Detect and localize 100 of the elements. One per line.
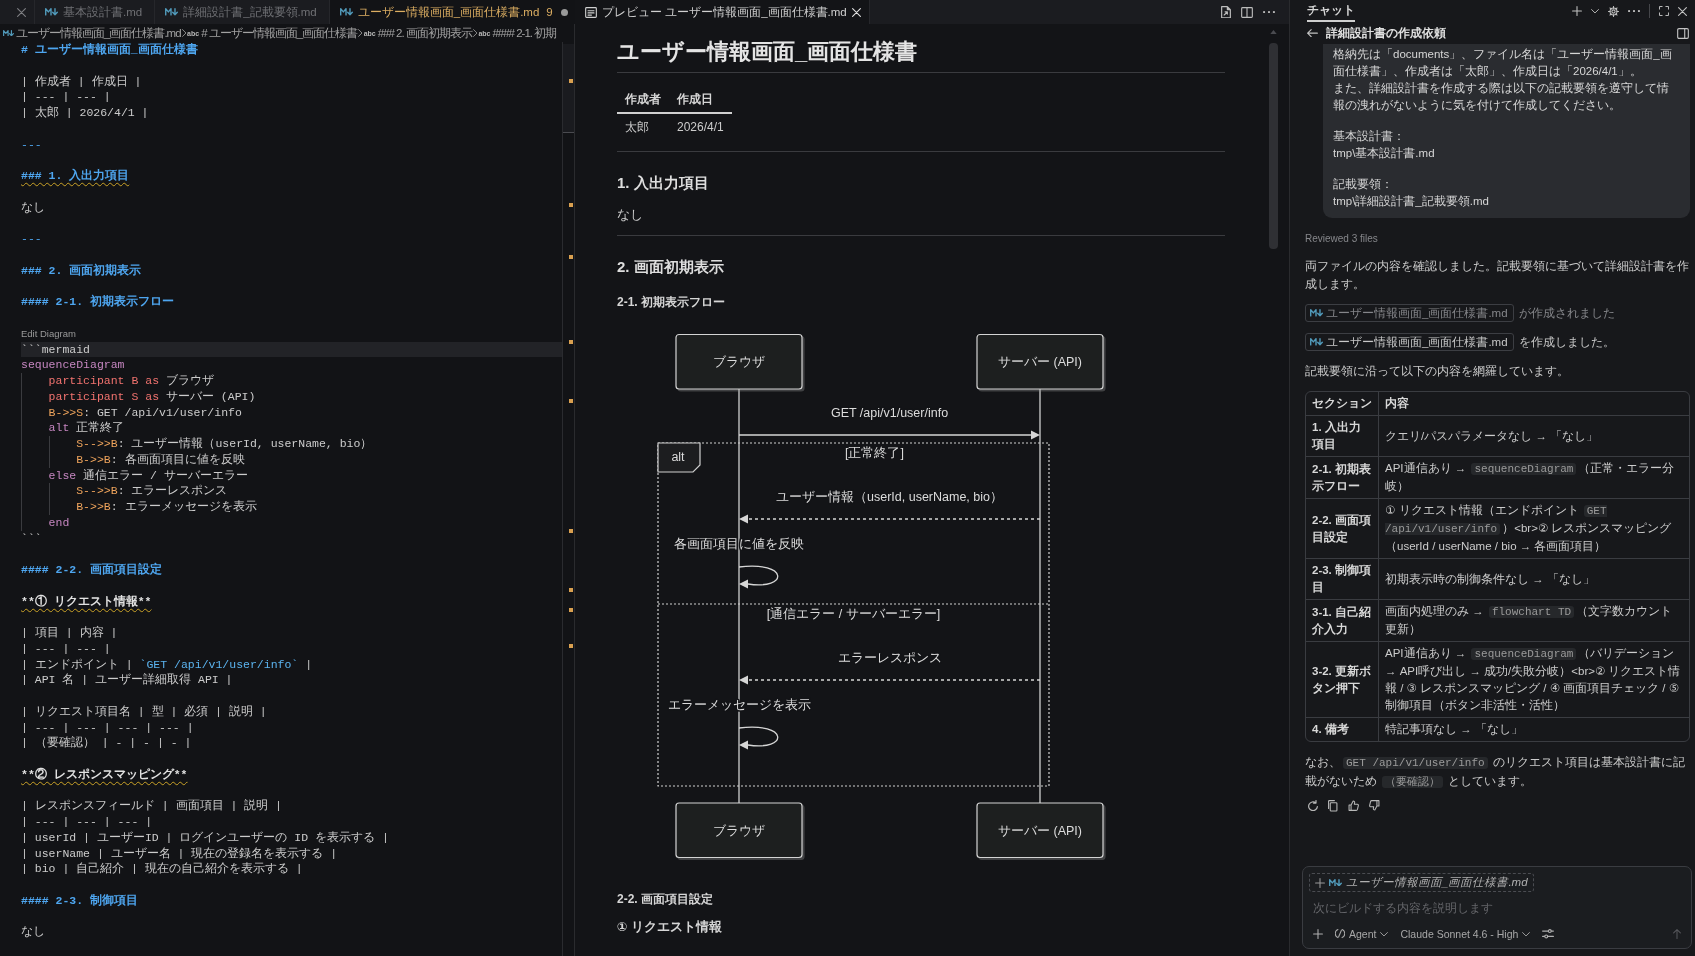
code-line: **① リクエスト情報** — [21, 593, 152, 610]
split-editor-icon[interactable] — [1241, 6, 1253, 18]
section-heading: 2. 画面初期表示 — [617, 258, 724, 275]
code-line: | --- | --- | — [21, 89, 111, 105]
column-header: 内容 — [1378, 392, 1689, 416]
mode-dropdown[interactable]: Agent — [1335, 928, 1389, 940]
breadcrumb-item[interactable]: ユーザー情報画面_画面仕様書.md — [3, 25, 181, 41]
markdown-icon — [1310, 338, 1323, 346]
bold-paragraph-text: ① リクエスト情報 — [617, 920, 723, 934]
more-icon[interactable] — [1628, 9, 1640, 13]
table-cell: 1. 入出力項目 — [1306, 415, 1379, 457]
back-arrow-icon[interactable] — [1307, 28, 1318, 38]
participant-node: サーバー (API) — [976, 333, 1104, 390]
table-cell: API通信あり → sequenceDiagram （バリデーション → API呼び出し → 成功/失敗分岐）<br>② リクエスト情報 / ③ レスポンスマッピング / ④ 画面項目チェック / ⑤ 制御項目（ボタン非活性・活性） — [1378, 641, 1689, 718]
chevron-down-icon — [1522, 931, 1531, 937]
markdown-icon — [45, 8, 58, 16]
chat-title: 詳細設計書の作成依頼 — [1326, 25, 1446, 41]
copy-icon[interactable] — [1328, 800, 1338, 812]
plus-icon[interactable] — [1572, 6, 1582, 16]
column-header: セクション — [1306, 392, 1379, 416]
table-cell: 3-2. 更新ボタン押下 — [1306, 641, 1379, 718]
panel-layout-icon[interactable] — [1677, 27, 1689, 39]
message-text: 格納先は「documents」、ファイル名は「ユーザー情報画面_画面仕様書」、作成者は「太郎」、作成日は「2026/4/1」。 — [1333, 47, 1673, 79]
document-arrow-icon[interactable] — [1221, 5, 1231, 19]
code-line: else 通信エラー / サーバーエラー — [21, 467, 248, 484]
response-text: なお、 GET /api/v1/user/info のリクエスト項目は基本設計書に記載がないため （要確認） としています。 — [1305, 755, 1686, 790]
markdown-icon — [165, 8, 179, 16]
code-line: | エンドポイント | `GET /api/v1/user/info` | — [21, 656, 313, 673]
more-icon[interactable] — [1263, 10, 1275, 14]
settings-icon[interactable] — [1608, 5, 1619, 17]
code-line: ### 2. 画面初期表示 — [21, 262, 142, 279]
file-chip[interactable]: ユーザー情報画面_画面仕様書.md — [1305, 333, 1514, 351]
response-text: 両ファイルの内容を確認しました。記載要領に基づいて詳細設計書を作成します。 — [1305, 259, 1690, 292]
subsection-heading: 2-1. 初期表示フロー — [617, 295, 725, 309]
status-text: Reviewed 3 files — [1305, 232, 1378, 246]
thumbs-up-icon[interactable] — [1347, 800, 1359, 812]
retry-icon[interactable] — [1308, 800, 1318, 812]
code-line: B->>B: エラーメッセージを表示 — [21, 499, 257, 515]
code-line: | 項目 | 内容 | — [21, 625, 118, 641]
code-line: B->>S: GET /api/v1/user/info — [21, 404, 242, 421]
message-text: 記載要領： — [1333, 177, 1393, 192]
table-cell: 2-1. 初期表示フロー — [1306, 456, 1379, 499]
chat-input-box[interactable]: ユーザー情報画面_画面仕様書.md 次にビルドする内容を説明します Agent Claude Sonnet 4.6 - High — [1302, 866, 1692, 949]
panel-tab[interactable]: チャット — [1307, 0, 1355, 22]
editor-tab[interactable]: ユーザー情報画面_画面仕様書.md 9 — [329, 0, 577, 24]
message-label: ユーザー情報（userId, userName, bio） — [776, 490, 1003, 504]
code-line: なし — [21, 199, 45, 216]
preview-icon — [585, 6, 597, 18]
message-text: また、詳細設計書を作成する際は以下の記載要領を遵守して情報の洩れがないように気を付けて作成してください。 — [1333, 81, 1670, 114]
maximize-icon[interactable] — [1659, 6, 1669, 16]
markdown-icon — [3, 29, 14, 37]
code-line: S-->>B: ユーザー情報（userId, userName, bio） — [21, 436, 373, 452]
code-line: **② レスポンスマッピング** — [21, 766, 188, 783]
tune-icon[interactable] — [1542, 929, 1555, 939]
edit-diagram-link[interactable]: Edit Diagram — [21, 327, 76, 339]
markdown-icon — [1329, 878, 1342, 887]
thumbs-down-icon[interactable] — [1368, 800, 1380, 812]
scrollbar-thumb[interactable] — [563, 44, 574, 133]
participant-node: ブラウザ — [675, 333, 803, 390]
code-line: | userName | ユーザー名 | 現在の登録名を表示する | — [21, 845, 338, 862]
code-line: # ユーザー情報画面_画面仕様書 — [21, 42, 198, 58]
code-line: | 作成者 | 作成日 | — [21, 73, 142, 90]
code-line: --- — [21, 136, 42, 153]
participant-node: ブラウザ — [675, 802, 803, 859]
code-line: ### 1. 入出力項目 — [21, 168, 130, 184]
message-label: GET /api/v1/user/info — [830, 406, 949, 420]
chevron-icon — [181, 29, 187, 37]
markdown-icon — [339, 8, 353, 16]
attachment-chip[interactable]: ユーザー情報画面_画面仕様書.md — [1309, 873, 1534, 892]
code-line: participant B as ブラウザ — [21, 373, 214, 389]
code-line: end — [21, 514, 70, 531]
response-text: 記載要領に沿って以下の内容を網羅しています。 — [1305, 364, 1569, 379]
close-icon[interactable] — [1678, 6, 1687, 16]
markdown-icon — [1310, 309, 1323, 317]
scrollbar-thumb[interactable] — [1269, 43, 1278, 250]
self-message-arrow — [738, 565, 779, 589]
preview-tab[interactable]: プレビュー ユーザー情報画面_画面仕様書.md — [575, 0, 870, 24]
section-heading: 1. 入出力項目 — [617, 174, 709, 191]
self-message-arrow — [738, 726, 779, 750]
code-line: | リクエスト項目名 | 型 | 必須 | 説明 | — [21, 703, 267, 720]
code-line: sequenceDiagram — [21, 357, 125, 373]
message-text: tmp\詳細設計書_記載要領.md — [1333, 194, 1489, 209]
table-cell: 3-1. 自己紹介入力 — [1306, 599, 1379, 642]
code-line: | （要確認） | - | - | - | — [21, 735, 192, 751]
table-cell: ① リクエスト情報（エンドポイント GET /api/v1/user/info ）<br>② レスポンスマッピング（userId / userName / bio → 各画面項目） — [1378, 498, 1689, 559]
table-cell: 初期表示時の制御条件なし → 「なし」 — [1378, 558, 1689, 600]
file-chip[interactable]: ユーザー情報画面_画面仕様書.md — [1305, 304, 1514, 322]
response-text: が作成されました — [1518, 306, 1615, 321]
chevron-down-icon[interactable] — [1591, 8, 1599, 14]
plus-icon[interactable] — [1313, 929, 1323, 939]
message-label: エラーレスポンス — [837, 651, 942, 665]
code-line: | --- | --- | --- | --- | — [21, 719, 194, 736]
table-cell: 4. 備考 — [1306, 717, 1379, 741]
code-line: | レスポンスフィールド | 画面項目 | 説明 | — [21, 798, 282, 814]
model-dropdown[interactable]: Claude Sonnet 4.6 - High — [1400, 928, 1531, 940]
table-cell: クエリ/パスパラメータなし → 「なし」 — [1378, 415, 1689, 457]
code-line: ``` — [21, 530, 42, 547]
document-title: ユーザー情報画面_画面仕様書 — [617, 38, 1225, 73]
code-line: participant S as サーバー (API) — [21, 388, 256, 405]
code-line: | API 名 | ユーザー詳細取得 API | — [21, 672, 233, 688]
